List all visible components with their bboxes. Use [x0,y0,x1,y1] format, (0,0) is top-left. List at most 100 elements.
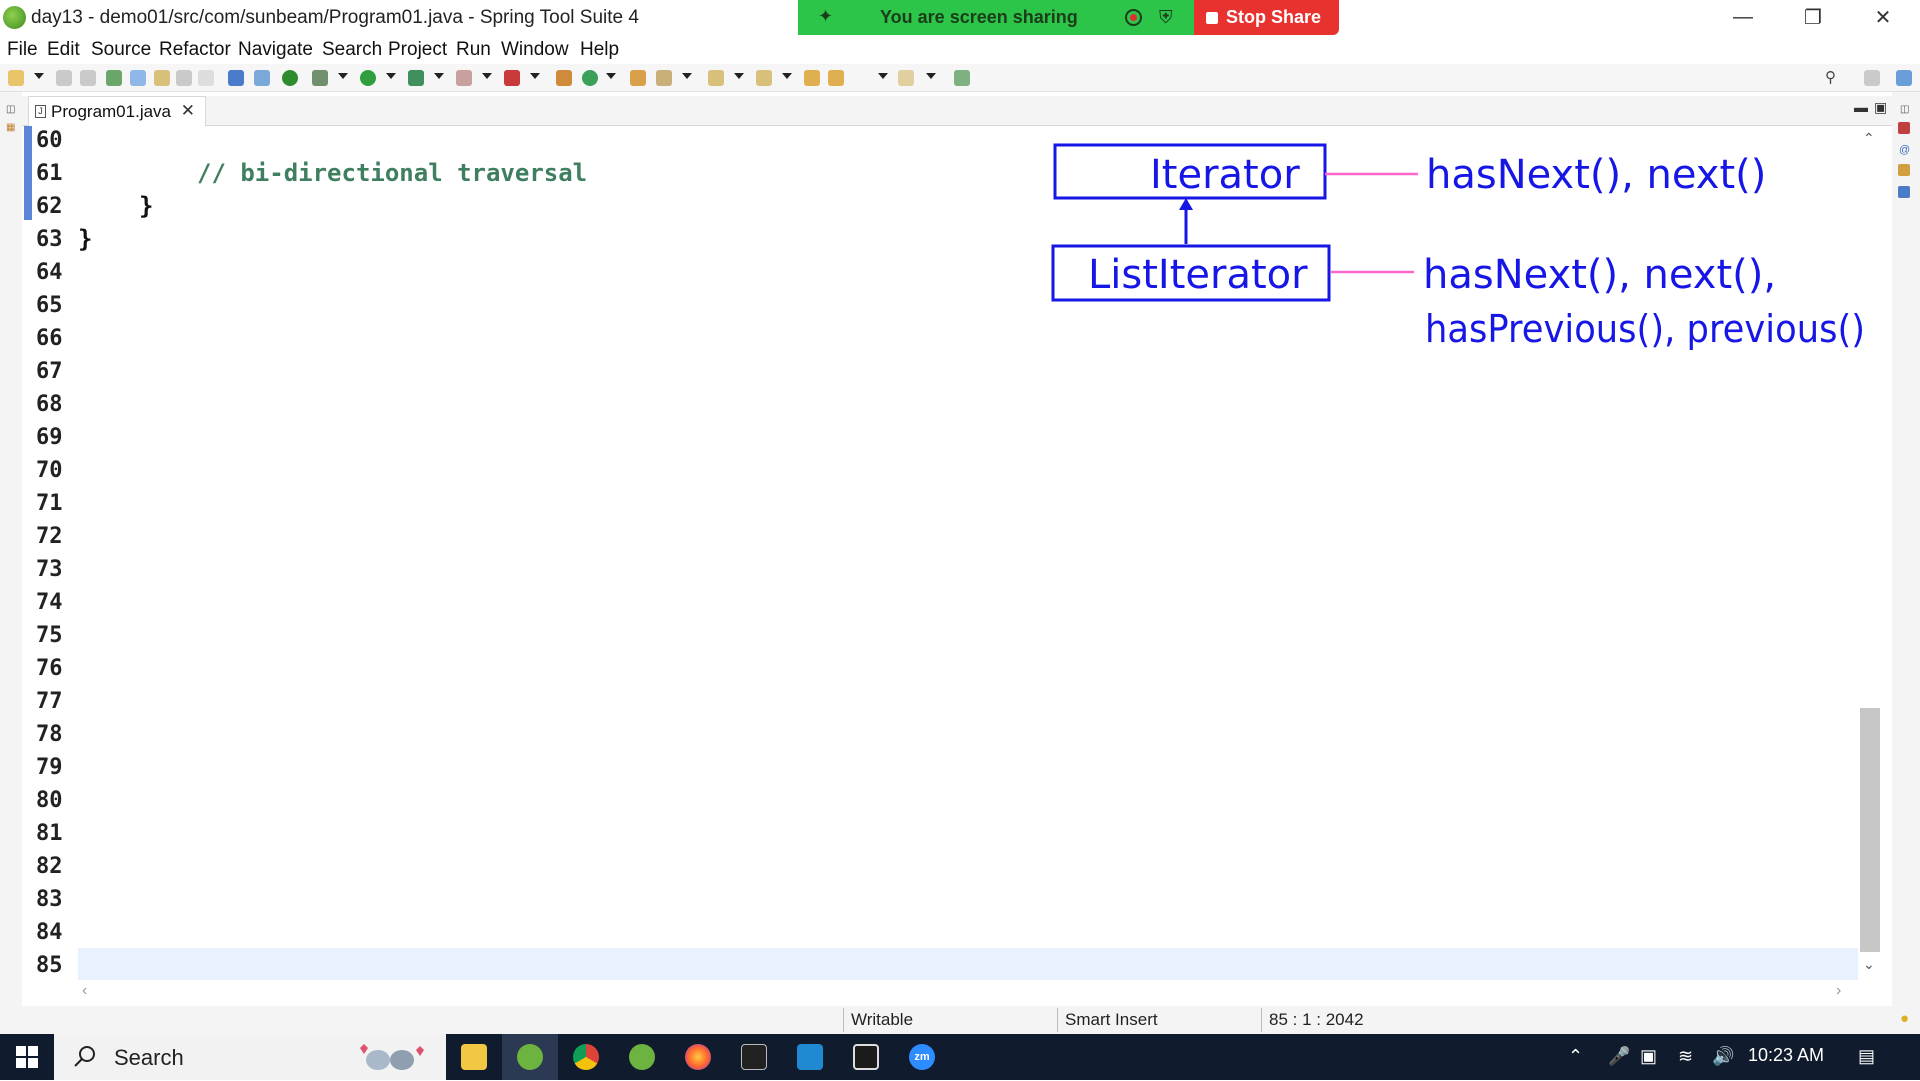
new-dropdown-arrow[interactable] [34,73,44,79]
tab-program01-java[interactable]: J Program01.java ✕ [28,96,207,126]
search-icon[interactable]: ⚲ [1825,70,1841,86]
taskbar-spring-tool-suite[interactable] [502,1034,558,1080]
record-icon[interactable] [1125,9,1142,26]
declaration-icon[interactable] [1898,164,1910,176]
window-title: day13 - demo01/src/com/sunbeam/Program01… [31,7,639,28]
shield-icon[interactable]: ⛨ [1159,7,1173,28]
debug-icon[interactable] [312,70,328,86]
open-type-icon[interactable] [106,70,122,86]
coverage-icon[interactable] [408,70,424,86]
coverage-dropdown-arrow[interactable] [434,73,444,79]
console-icon[interactable] [228,70,244,86]
taskbar-search-box[interactable]: Search [54,1034,446,1080]
stop-dropdown-arrow[interactable] [482,73,492,79]
javadoc-icon[interactable]: @ [1899,144,1910,156]
previous-annotation-icon[interactable] [756,70,772,86]
external-tools-icon[interactable] [504,70,520,86]
restore-button[interactable]: ❐ [1780,0,1846,34]
code-editor[interactable]: 60 61 62 63 64 65 66 67 68 69 70 71 72 7… [22,126,1870,980]
back-dropdown-arrow[interactable] [878,73,888,79]
next-annotation-icon[interactable] [708,70,724,86]
taskbar-vscode[interactable] [782,1034,838,1080]
taskbar-clock[interactable]: 10:23 AM [1748,1045,1824,1066]
mark-occurrences-icon[interactable] [130,70,146,86]
run-icon[interactable] [360,70,376,86]
close-tab-icon[interactable]: ✕ [181,101,195,121]
taskbar-file-explorer[interactable] [446,1034,502,1080]
block-selection-icon[interactable] [154,70,170,86]
restore-view-icon[interactable]: ◫ [6,104,15,115]
menu-search[interactable]: Search [322,39,382,61]
lightbulb-icon[interactable]: ● [1900,1010,1909,1027]
menu-help[interactable]: Help [580,39,619,61]
menu-edit[interactable]: Edit [47,39,80,61]
problems-icon[interactable] [1898,122,1910,134]
pin-editor-icon[interactable] [954,70,970,86]
windows-taskbar: Search zm ⌃ 🎤 ▣ ≋ 🔊 10:23 AM ▤ [0,1034,1920,1080]
next-annotation-dropdown-arrow[interactable] [734,73,744,79]
scroll-down-icon[interactable]: ⌄ [1863,956,1875,973]
wifi-icon[interactable]: ≋ [1678,1046,1693,1067]
search-tool-dropdown-arrow[interactable] [682,73,692,79]
new-icon[interactable] [8,70,24,86]
stop-share-button[interactable]: Stop Share [1194,0,1339,35]
menu-window[interactable]: Window [501,39,569,61]
new-java-package-icon[interactable] [556,70,572,86]
taskbar-zoom[interactable]: zm [894,1034,950,1080]
new-class-dropdown-arrow[interactable] [606,73,616,79]
console-view-icon[interactable] [1898,186,1910,198]
run-dropdown-arrow[interactable] [386,73,396,79]
back-icon[interactable] [828,70,844,86]
show-whitespace-icon[interactable] [198,70,214,86]
boot-dashboard-icon[interactable] [282,70,298,86]
open-perspective-icon[interactable] [1864,70,1880,86]
minimize-button[interactable]: — [1710,0,1776,34]
package-explorer-icon[interactable]: ▦ [6,122,15,133]
previous-annotation-dropdown-arrow[interactable] [782,73,792,79]
code-closing-brace: } [139,192,154,220]
menu-file[interactable]: File [7,39,38,61]
java-perspective-icon[interactable] [1896,70,1912,86]
menu-run[interactable]: Run [456,39,491,61]
scroll-right-icon[interactable]: › [1836,982,1841,1000]
show-hidden-icons-icon[interactable]: ⌃ [1568,1046,1583,1067]
maximize-editor-icon[interactable]: ▣ [1874,99,1887,116]
screen-share-status[interactable]: ✦ You are screen sharing ⛨ [798,0,1194,35]
menu-navigate[interactable]: Navigate [238,39,313,61]
volume-icon[interactable]: 🔊 [1712,1046,1734,1067]
menu-refactor[interactable]: Refactor [159,39,231,61]
vertical-scroll-thumb[interactable] [1860,708,1880,952]
taskbar-spring[interactable] [614,1034,670,1080]
save-icon[interactable] [56,70,72,86]
stop-icon[interactable] [456,70,472,86]
forward-dropdown-arrow[interactable] [926,73,936,79]
external-tools-dropdown-arrow[interactable] [530,73,540,79]
vertical-scrollbar[interactable]: ⌃ ⌄ [1858,126,1882,980]
scroll-up-icon[interactable]: ⌃ [1863,130,1875,147]
taskbar-firefox[interactable] [670,1034,726,1080]
menu-project[interactable]: Project [388,39,447,61]
close-button[interactable]: ✕ [1850,0,1916,34]
forward-icon[interactable] [898,70,914,86]
menu-source[interactable]: Source [91,39,151,61]
minimize-editor-icon[interactable]: ▬ [1854,99,1868,115]
restore-right-view-icon[interactable]: ◫ [1900,104,1909,115]
battery-icon[interactable]: ▣ [1640,1046,1657,1067]
horizontal-scrollbar[interactable]: ‹ › [56,980,1856,1006]
new-java-class-icon[interactable] [582,70,598,86]
search-tool-icon[interactable] [656,70,672,86]
debug-dropdown-arrow[interactable] [338,73,348,79]
skip-breakpoints-icon[interactable] [254,70,270,86]
taskbar-screen-capture[interactable] [838,1034,894,1080]
notifications-icon[interactable]: ▤ [1858,1046,1875,1067]
pin-icon[interactable]: ✦ [818,6,833,27]
open-task-icon[interactable] [630,70,646,86]
microphone-icon[interactable]: 🎤 [1608,1046,1630,1067]
word-wrap-icon[interactable] [176,70,192,86]
taskbar-chrome[interactable] [558,1034,614,1080]
taskbar-terminal[interactable] [726,1034,782,1080]
scroll-left-icon[interactable]: ‹ [82,982,87,1000]
last-edit-location-icon[interactable] [804,70,820,86]
start-button[interactable] [0,1034,54,1080]
save-all-icon[interactable] [80,70,96,86]
